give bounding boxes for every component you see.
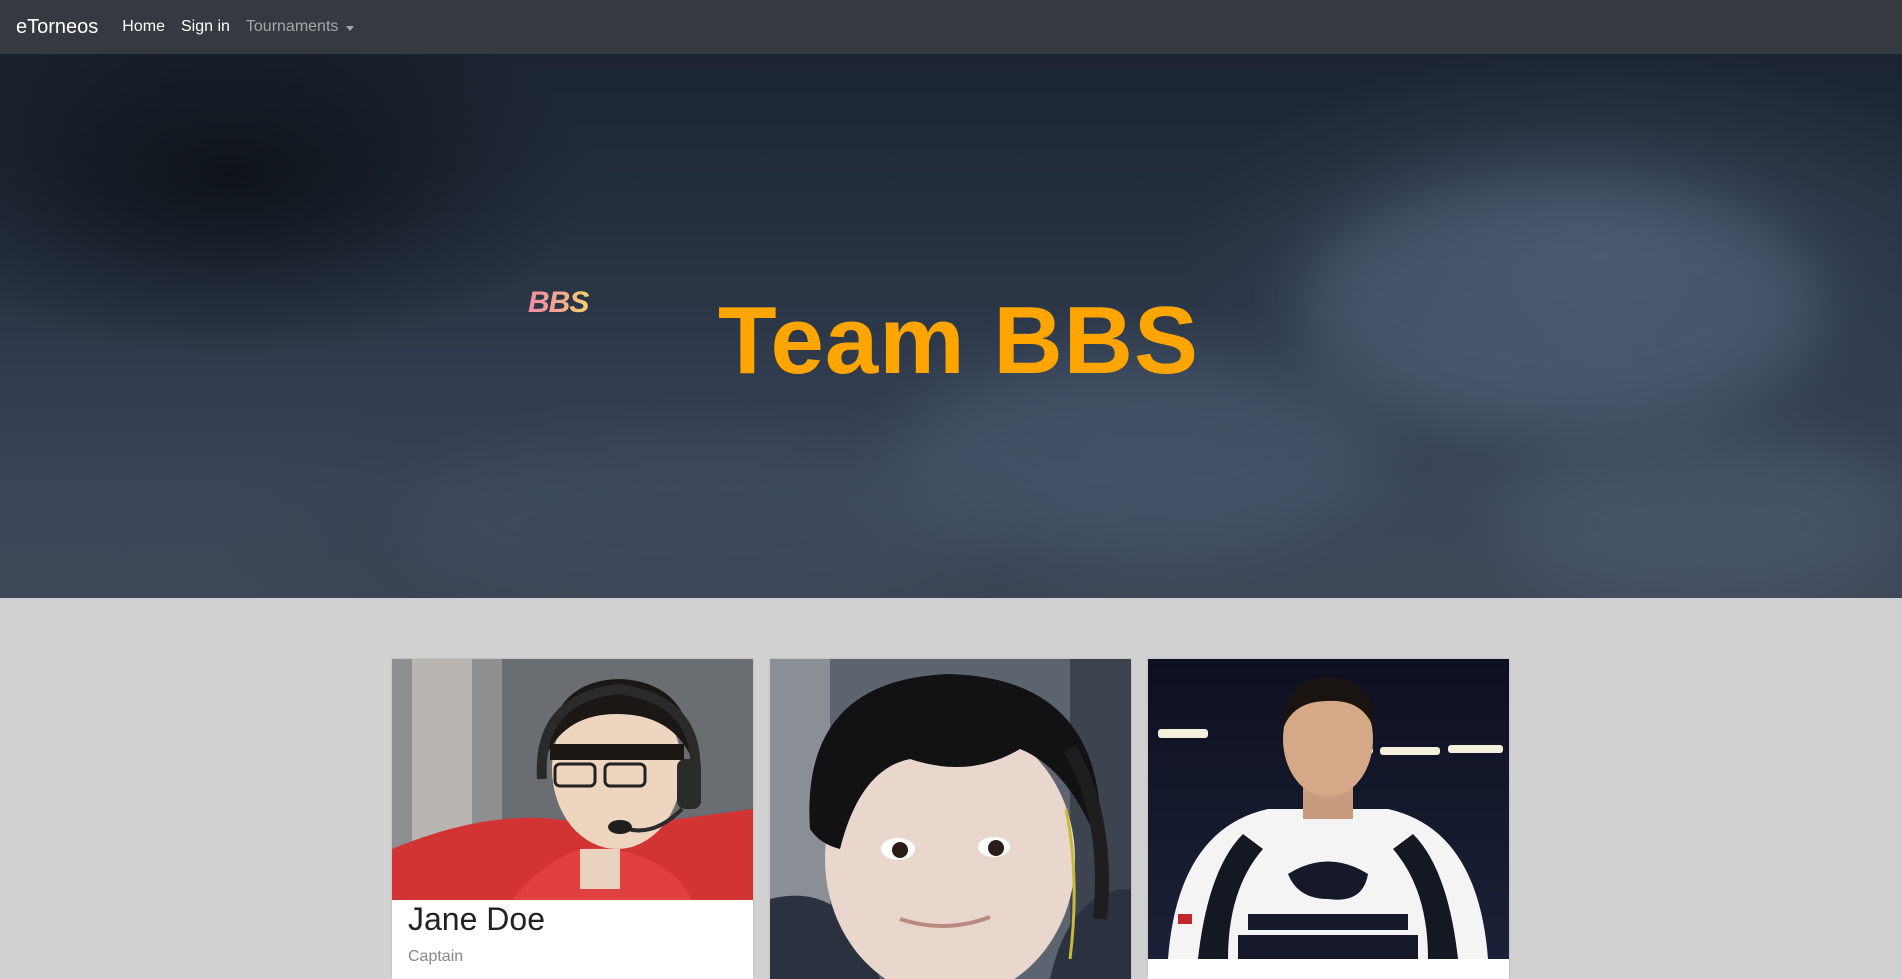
member-card[interactable] [1148, 659, 1509, 979]
hero-banner: BBS Team BBS [0, 54, 1902, 598]
nav-signin-link[interactable]: Sign in [181, 18, 230, 36]
member-photo [770, 659, 1131, 979]
member-photo [392, 659, 753, 900]
nav-tournaments-dropdown[interactable]: Tournaments [246, 18, 355, 36]
nav-tournaments-label: Tournaments [245, 18, 339, 35]
cloud-shape [1500, 434, 1900, 598]
member-role: Captain [408, 948, 464, 965]
team-title: Team BBS [718, 287, 1200, 394]
svg-text:BBS: BBS [528, 286, 589, 318]
member-card[interactable]: Jane Doe Captain [392, 659, 753, 979]
member-photo [1148, 659, 1509, 959]
chevron-down-icon [346, 25, 355, 31]
brand-link[interactable]: eTorneos [16, 16, 98, 39]
nav-home-link[interactable]: Home [122, 18, 165, 36]
cloud-shape [1300, 174, 1820, 434]
team-logo: BBS [528, 286, 590, 318]
navbar: eTorneos Home Sign in Tournaments [0, 0, 1902, 54]
member-name: Jane Doe [408, 901, 545, 937]
member-card[interactable] [770, 659, 1131, 979]
